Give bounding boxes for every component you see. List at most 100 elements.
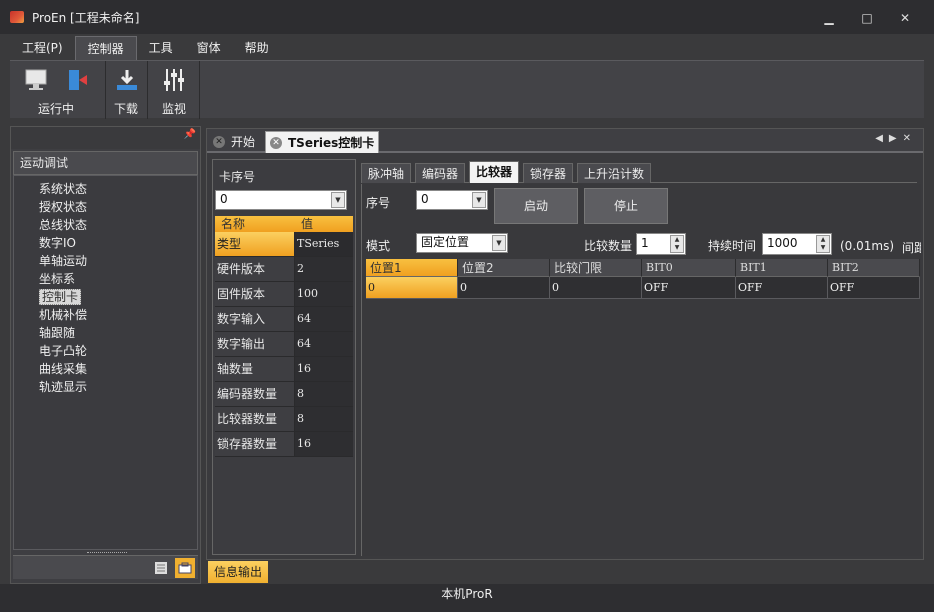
motion-debug-panel: 📌 运动调试 系统状态 授权状态 总线状态 数字IO 单轴运动 坐标系 控制卡 …: [10, 126, 201, 584]
table-row[interactable]: 硬件版本 2: [215, 257, 353, 282]
tab-rising-edge-count[interactable]: 上升沿计数: [577, 163, 652, 183]
start-button[interactable]: 启动: [494, 188, 578, 224]
close-button[interactable]: ✕: [886, 8, 924, 28]
duration-label: 持续时间: [708, 239, 757, 253]
card-info-panel: 卡序号 0 ▼ 名称 值 类型 TSeries 硬件版本 2 固件版本 100 数字输…: [212, 159, 356, 555]
title-bar: ProEn [工程未命名] ▁ □ ✕: [0, 0, 934, 34]
tree-item-e-cam[interactable]: 电子凸轮: [14, 342, 197, 360]
tree-item-mech-comp[interactable]: 机械补偿: [14, 306, 197, 324]
grid-cell[interactable]: OFF: [736, 277, 828, 299]
table-row[interactable]: 固件版本 100: [215, 282, 353, 307]
column-header-value: 值: [301, 217, 314, 231]
panel-title: 运动调试: [13, 151, 198, 175]
table-row[interactable]: 轴数量 16: [215, 357, 353, 382]
menu-tools[interactable]: 工具: [137, 36, 185, 60]
chevron-down-icon[interactable]: ▼: [331, 192, 345, 208]
tab-encoder[interactable]: 编码器: [415, 163, 466, 183]
window-title: ProEn [工程未命名]: [32, 10, 140, 25]
index-label: 序号: [366, 196, 391, 210]
tree-item-curve-capture[interactable]: 曲线采集: [14, 360, 197, 378]
spin-updown-icon[interactable]: ▲ ▼: [670, 235, 684, 253]
menu-window[interactable]: 窗体: [185, 36, 233, 60]
ribbon-group-download: 下载: [106, 61, 148, 119]
card-index-label: 卡序号: [219, 170, 256, 184]
tree-item-axis-follow[interactable]: 轴跟随: [14, 324, 197, 342]
resize-grip[interactable]: [87, 552, 127, 555]
grid-cell[interactable]: 0: [366, 277, 458, 299]
tree-item-trajectory[interactable]: 轨迹显示: [14, 378, 197, 396]
tab-start[interactable]: ✕ 开始: [209, 131, 265, 153]
output-tab[interactable]: 信息输出: [208, 561, 269, 583]
stop-button[interactable]: 停止: [584, 188, 668, 224]
grid-cell[interactable]: OFF: [828, 277, 920, 299]
card-index-select[interactable]: 0 ▼: [215, 190, 347, 210]
tree-item-single-axis[interactable]: 单轴运动: [14, 252, 197, 270]
tab-comparator[interactable]: 比较器: [469, 161, 520, 183]
compare-count-input[interactable]: 1 ▲ ▼: [636, 233, 686, 255]
table-row[interactable]: 数字输出 64: [215, 332, 353, 357]
close-tab-icon[interactable]: ✕: [213, 136, 225, 148]
table-row[interactable]: 编码器数量 8: [215, 382, 353, 407]
mode-select[interactable]: 固定位置 ▼: [416, 233, 508, 253]
tab-pulse-axis[interactable]: 脉冲轴: [361, 163, 412, 183]
mode-label: 模式: [366, 239, 391, 253]
tab-nav-controls[interactable]: ◀▶✕: [875, 133, 917, 144]
table-row[interactable]: 类型 TSeries: [215, 232, 353, 257]
column-header-name: 名称: [221, 217, 246, 231]
ribbon-group-monitor: 监视: [148, 61, 200, 119]
tab-latch[interactable]: 锁存器: [523, 163, 574, 183]
tree-item-bus-status[interactable]: 总线状态: [14, 216, 197, 234]
exit-door-icon: [69, 70, 87, 90]
table-row[interactable]: 0 0 0 OFF OFF OFF: [366, 277, 921, 299]
comparator-index-select[interactable]: 0 ▼: [416, 190, 488, 210]
column-header: BIT2: [828, 259, 920, 277]
document-area: ✕ 开始 ✕ TSeries控制卡 ◀▶✕ 卡序号 0 ▼ 名称 值 类型 TSe…: [206, 128, 924, 560]
computer-icon: [25, 69, 47, 90]
column-header: 比较门限: [550, 259, 642, 277]
chevron-down-icon[interactable]: ▼: [472, 192, 486, 208]
spin-updown-icon[interactable]: ▲ ▼: [816, 235, 830, 253]
ribbon-group-run: 运行中: [10, 61, 106, 119]
menu-controller[interactable]: 控制器: [74, 36, 137, 60]
grid-cell[interactable]: 0: [458, 277, 550, 299]
ribbon: 运行中 下载 监视: [10, 60, 924, 119]
debug-tree: 系统状态 授权状态 总线状态 数字IO 单轴运动 坐标系 控制卡 机械补偿 轴跟…: [13, 175, 198, 550]
function-tabs: 脉冲轴 编码器 比较器 锁存器 上升沿计数: [361, 161, 917, 183]
card-properties-table: 名称 值 类型 TSeries 硬件版本 2 固件版本 100 数字输入 64 数字输出…: [215, 216, 353, 457]
tree-item-coordinate[interactable]: 坐标系: [14, 270, 197, 288]
panel-footer: [13, 552, 198, 579]
pin-icon[interactable]: 📌: [184, 129, 196, 140]
download-icon: [117, 70, 137, 90]
maximize-button[interactable]: □: [848, 8, 886, 28]
download-button[interactable]: [111, 65, 143, 95]
comparator-panel: 序号 0 ▼ 启动 停止 模式 固定位置 ▼ 比较数量 1 ▲ ▼ 持续时间 10…: [361, 184, 921, 556]
table-row[interactable]: 锁存器数量 16: [215, 432, 353, 457]
list-view-icon[interactable]: [151, 558, 171, 578]
grid-cell[interactable]: OFF: [642, 277, 736, 299]
monitor-button[interactable]: [158, 65, 190, 95]
table-header: 名称 值: [215, 216, 353, 232]
tree-item-system-status[interactable]: 系统状态: [14, 180, 197, 198]
connect-button[interactable]: [20, 65, 52, 95]
column-header: 位置2: [458, 259, 550, 277]
menu-bar: 工程(P) 控制器 工具 窗体 帮助: [10, 36, 281, 60]
grid-header: 位置1 位置2 比较门限 BIT0 BIT1 BIT2: [366, 259, 921, 277]
menu-help[interactable]: 帮助: [233, 36, 281, 60]
tree-item-license-status[interactable]: 授权状态: [14, 198, 197, 216]
grid-cell[interactable]: 0: [550, 277, 642, 299]
tree-item-control-card[interactable]: 控制卡: [14, 288, 197, 306]
sliders-icon: [164, 69, 184, 91]
compare-positions-grid: 位置1 位置2 比较门限 BIT0 BIT1 BIT2 0 0 0 OFF OF…: [366, 259, 921, 299]
close-tab-icon[interactable]: ✕: [270, 137, 282, 149]
disconnect-button[interactable]: [60, 65, 92, 95]
chevron-down-icon[interactable]: ▼: [492, 235, 506, 251]
tree-item-digital-io[interactable]: 数字IO: [14, 234, 197, 252]
tab-tseries-card[interactable]: ✕ TSeries控制卡: [265, 131, 379, 153]
toolbox-icon[interactable]: [175, 558, 195, 578]
table-row[interactable]: 比较器数量 8: [215, 407, 353, 432]
menu-project[interactable]: 工程(P): [10, 36, 75, 60]
table-row[interactable]: 数字输入 64: [215, 307, 353, 332]
minimize-button[interactable]: ▁: [810, 8, 848, 28]
document-tabs: ✕ 开始 ✕ TSeries控制卡 ◀▶✕: [207, 129, 923, 153]
duration-input[interactable]: 1000 ▲ ▼: [762, 233, 832, 255]
